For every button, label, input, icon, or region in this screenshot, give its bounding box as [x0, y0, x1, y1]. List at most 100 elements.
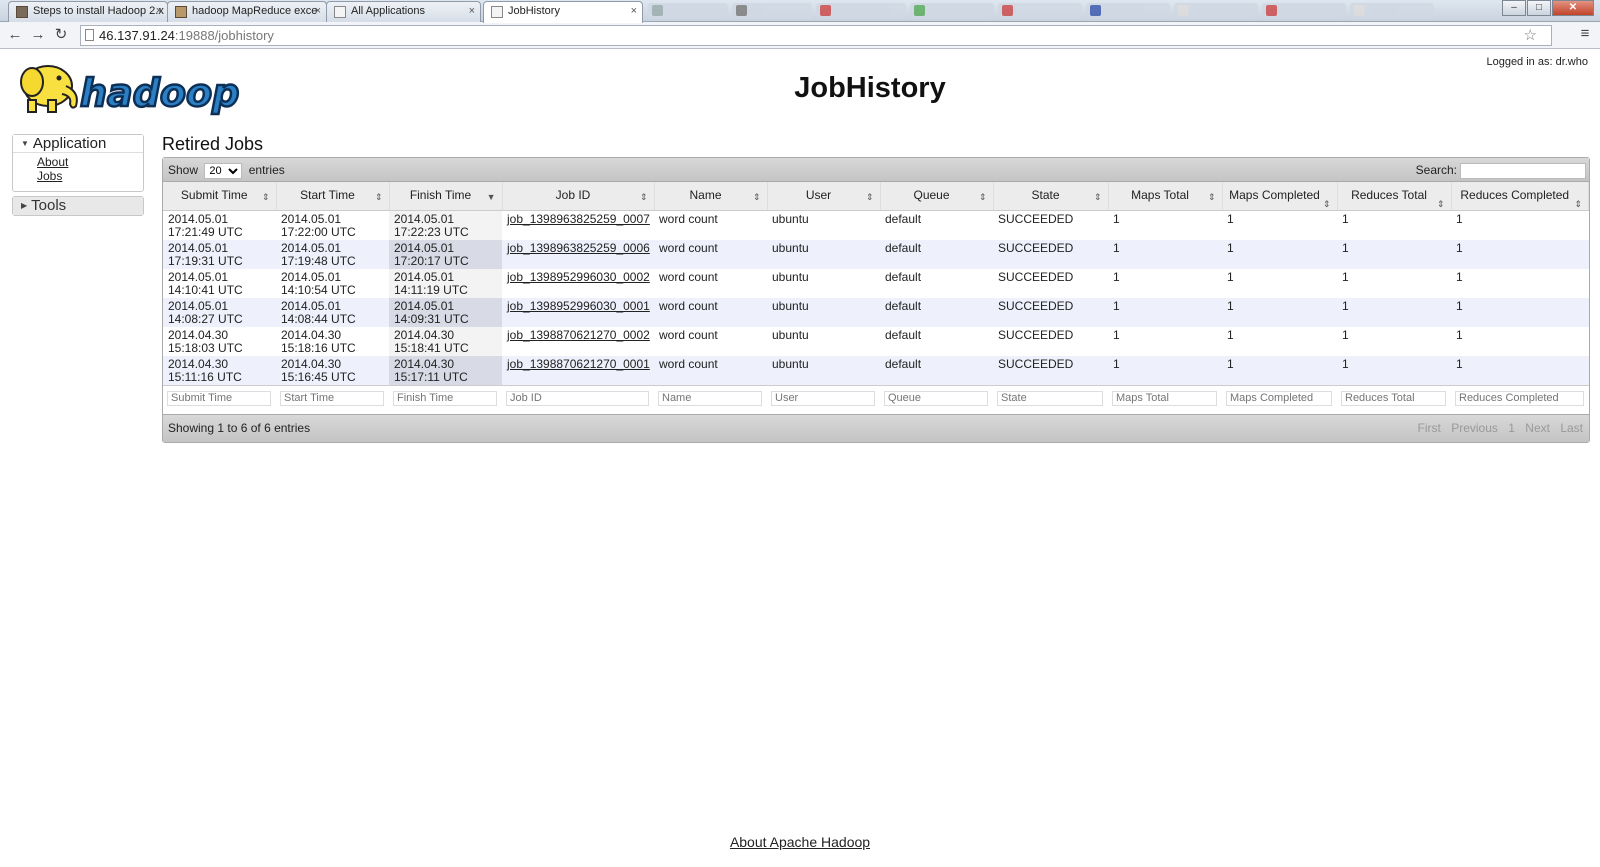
cell-text: 1 [1342, 269, 1349, 284]
column-header-label: Job ID [555, 188, 591, 203]
browser-tab[interactable]: hadoop MapReduce exce × [167, 1, 327, 22]
minimize-icon[interactable]: – [1502, 0, 1526, 16]
browser-tab[interactable]: Steps to install Hadoop 2.x × [8, 1, 168, 22]
column-filter-input[interactable] [506, 390, 649, 406]
cell-text: word count [659, 356, 718, 371]
forward-arrow-icon[interactable]: → [27, 25, 49, 45]
column-header-label: State [1031, 188, 1060, 203]
search-input[interactable] [1460, 162, 1586, 179]
table-cell: default [880, 355, 993, 385]
table-cell: default [880, 297, 993, 327]
sidebar-link-jobs[interactable]: Jobs [37, 169, 143, 183]
tools-accordion-header[interactable]: ▶ Tools [13, 197, 143, 215]
browser-tab[interactable] [1174, 3, 1258, 19]
browser-menu-icon[interactable]: ≡ [1574, 25, 1596, 45]
pager-previous[interactable]: Previous [1451, 421, 1498, 435]
close-tab-icon[interactable]: × [631, 2, 637, 21]
column-header[interactable]: Queue ⇕ [880, 182, 994, 211]
column-filter-input[interactable] [167, 390, 271, 406]
address-bar[interactable]: 46.137.91.24:19888/jobhistory ☆ [80, 25, 1552, 46]
column-filter-input[interactable] [884, 390, 988, 406]
column-header[interactable]: Job ID ⇕ [502, 182, 655, 211]
cell-text: 17:22:00 UTC [281, 224, 356, 239]
browser-tab[interactable] [648, 3, 728, 19]
browser-tab[interactable] [1086, 3, 1170, 19]
column-header[interactable]: Finish Time ▼ [389, 182, 503, 211]
browser-tab[interactable] [1262, 3, 1346, 19]
maximize-icon[interactable]: □ [1527, 0, 1551, 16]
table-cell: 1 [1222, 269, 1337, 298]
close-tab-icon[interactable]: × [315, 2, 321, 21]
column-filter-input[interactable] [1455, 390, 1584, 406]
column-filter-input[interactable] [1341, 390, 1446, 406]
column-header-label: Maps Total [1131, 188, 1189, 203]
job-id-link[interactable]: job_1398952996030_0001 [507, 299, 650, 313]
table-cell: job_1398870621270_0002 [502, 327, 654, 356]
browser-tab[interactable] [1350, 3, 1434, 19]
cell-text: 1 [1113, 356, 1120, 371]
column-header[interactable]: State ⇕ [993, 182, 1109, 211]
job-id-link[interactable]: job_1398870621270_0002 [507, 328, 650, 342]
pager-first[interactable]: First [1418, 421, 1441, 435]
bookmark-star-icon[interactable]: ☆ [1524, 26, 1537, 45]
close-window-icon[interactable]: ✕ [1552, 0, 1594, 16]
cell-text: 15:18:41 UTC [394, 340, 469, 355]
job-id-link[interactable]: job_1398870621270_0001 [507, 357, 650, 371]
table-cell: 1 [1451, 210, 1589, 240]
column-header[interactable]: Name ⇕ [654, 182, 768, 211]
back-arrow-icon[interactable]: ← [4, 25, 26, 45]
table-row: 2014.05.01 17:21:49 UTC 2014.05.01 17:22:00… [163, 210, 1589, 240]
cell-text: 2014.04.30 [168, 356, 229, 371]
browser-tab[interactable] [732, 3, 812, 19]
column-header-label: Maps Completed [1229, 188, 1320, 203]
cell-text: SUCCEEDED [998, 240, 1074, 255]
column-filter-input[interactable] [771, 390, 875, 406]
table-cell: 1 [1451, 327, 1589, 356]
table-cell: job_1398963825259_0007 [502, 210, 654, 240]
close-tab-icon[interactable]: × [469, 2, 475, 21]
table-cell: ubuntu [767, 239, 880, 269]
column-header[interactable]: Reduces Total ⇕ [1337, 182, 1452, 211]
column-header[interactable]: Reduces Completed ⇕ [1451, 182, 1589, 211]
close-tab-icon[interactable]: × [156, 2, 162, 21]
filter-cell [163, 384, 276, 414]
column-filter-input[interactable] [997, 390, 1103, 406]
reload-icon[interactable]: ↻ [50, 25, 72, 45]
sidebar-link-about[interactable]: About [37, 155, 143, 169]
column-header[interactable]: Maps Total ⇕ [1108, 182, 1223, 211]
job-id-link[interactable]: job_1398963825259_0006 [507, 241, 650, 255]
column-header-label: Queue [913, 188, 950, 203]
browser-tab[interactable] [816, 3, 906, 19]
table-cell: 1 [1222, 355, 1337, 385]
sort-both-icon: ⇕ [1574, 199, 1582, 209]
column-filter-input[interactable] [1112, 390, 1217, 406]
browser-tab-active[interactable]: JobHistory × [483, 1, 643, 23]
column-header[interactable]: Maps Completed ⇕ [1222, 182, 1338, 211]
job-id-link[interactable]: job_1398952996030_0002 [507, 270, 650, 284]
main-content: Retired Jobs Show 20 entries Search: Sub… [162, 134, 1590, 443]
table-row: 2014.05.01 14:08:27 UTC 2014.05.01 14:08:44… [163, 297, 1589, 327]
column-header[interactable]: User ⇕ [767, 182, 881, 211]
cell-text: 1 [1227, 327, 1234, 342]
browser-tab[interactable]: All Applications × [326, 1, 481, 22]
entries-per-page-select[interactable]: 20 [204, 163, 243, 179]
pager-next[interactable]: Next [1525, 421, 1550, 435]
browser-toolbar: ← → ↻ 46.137.91.24:19888/jobhistory ☆ ≡ [0, 22, 1600, 49]
table-cell: 1 [1108, 297, 1222, 327]
column-header[interactable]: Submit Time ⇕ [163, 182, 277, 211]
application-accordion-header[interactable]: ▼ Application [13, 135, 143, 153]
about-apache-hadoop-link[interactable]: About Apache Hadoop [730, 834, 870, 850]
job-id-link[interactable]: job_1398963825259_0007 [507, 212, 650, 226]
pager-page[interactable]: 1 [1508, 421, 1515, 435]
cell-text: 2014.05.01 [281, 240, 342, 255]
column-filter-input[interactable] [1226, 390, 1332, 406]
pager-last[interactable]: Last [1560, 421, 1583, 435]
column-header[interactable]: Start Time ⇕ [276, 182, 390, 211]
filter-cell [1451, 384, 1589, 414]
column-filter-input[interactable] [280, 390, 384, 406]
column-filter-input[interactable] [393, 390, 497, 406]
browser-tab[interactable] [998, 3, 1082, 19]
table-cell: 2014.05.01 14:10:54 UTC [276, 269, 389, 298]
browser-tab[interactable] [910, 3, 994, 19]
column-filter-input[interactable] [658, 390, 762, 406]
